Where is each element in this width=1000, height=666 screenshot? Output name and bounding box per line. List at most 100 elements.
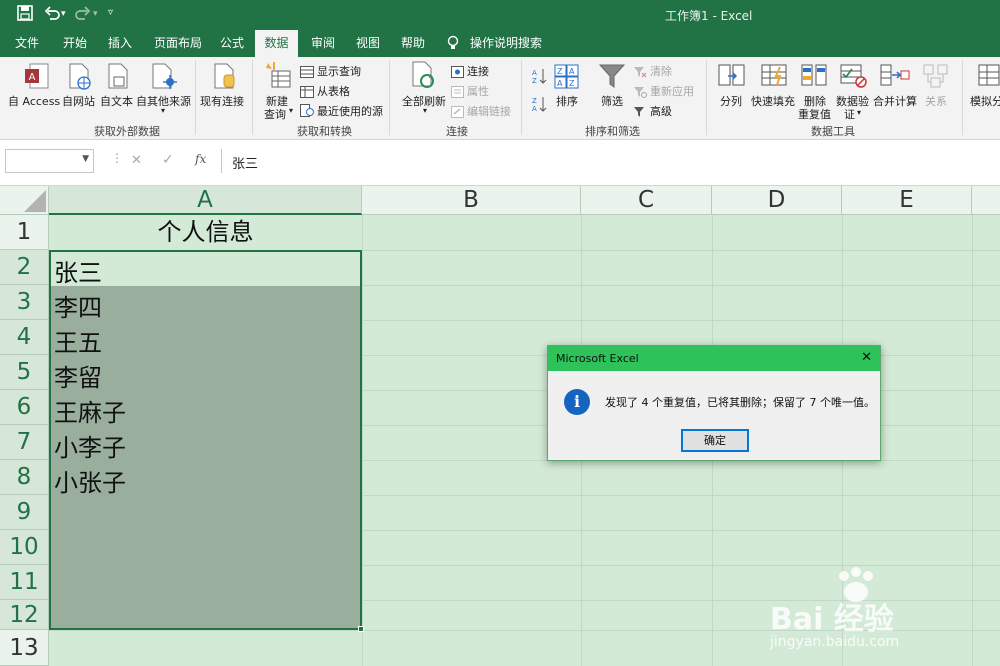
- row-header-12[interactable]: 12: [0, 600, 49, 630]
- insert-function-icon[interactable]: fx: [195, 152, 206, 166]
- from-text-button[interactable]: 自文本: [100, 93, 133, 109]
- formula-bar-grip-icon[interactable]: ⋮: [111, 151, 123, 165]
- refresh-all-icon: [410, 61, 438, 95]
- new-query-label-2[interactable]: 查询: [264, 106, 286, 122]
- column-header-c[interactable]: C: [581, 186, 712, 215]
- clear-button[interactable]: 清除: [650, 63, 672, 79]
- info-icon: i: [564, 389, 590, 415]
- column-header-e[interactable]: E: [842, 186, 972, 215]
- formula-input[interactable]: 张三: [221, 149, 1000, 173]
- dialog-close-icon[interactable]: ✕: [861, 350, 872, 365]
- row-header-13[interactable]: 13: [0, 630, 49, 666]
- ribbon-tabs: 文件 开始 插入 页面布局 公式 数据 审阅 视图 帮助 操作说明搜索: [0, 30, 1000, 57]
- name-box-dropdown-icon[interactable]: ▼: [82, 154, 89, 164]
- row-header-7[interactable]: 7: [0, 425, 49, 460]
- consolidate-icon: [880, 63, 910, 93]
- connections-button[interactable]: 连接: [467, 63, 489, 79]
- from-table-button[interactable]: 从表格: [317, 83, 350, 99]
- column-header-f[interactable]: [972, 186, 1000, 215]
- redo-dropdown-icon[interactable]: ▾: [93, 9, 98, 19]
- ok-button[interactable]: 确定: [681, 429, 749, 452]
- row-header-2[interactable]: 2: [0, 250, 49, 285]
- row-header-3[interactable]: 3: [0, 285, 49, 320]
- info-icon-glyph: i: [573, 392, 581, 411]
- existing-connections-button[interactable]: 现有连接: [200, 93, 244, 109]
- from-access-button[interactable]: 自 Access: [8, 93, 60, 109]
- cell-a4[interactable]: 王五: [54, 323, 102, 358]
- svg-text:Z: Z: [569, 79, 575, 88]
- ribbon-separator: [962, 60, 963, 135]
- svg-text:A: A: [532, 105, 537, 113]
- row-header-10[interactable]: 10: [0, 530, 49, 565]
- cancel-icon[interactable]: ✕: [131, 153, 142, 168]
- text-to-columns-button[interactable]: 分列: [720, 93, 742, 109]
- customize-icon[interactable]: ▿: [108, 7, 113, 18]
- tell-me-search[interactable]: 操作说明搜索: [470, 30, 542, 57]
- group-label-data-tools: 数据工具: [811, 125, 855, 138]
- reapply-button[interactable]: 重新应用: [650, 83, 694, 99]
- fill-handle[interactable]: [358, 626, 364, 632]
- recent-sources-button[interactable]: 最近使用的源: [317, 103, 383, 119]
- row-header-6[interactable]: 6: [0, 390, 49, 425]
- other-sources-dropdown-icon[interactable]: ▾: [161, 106, 165, 115]
- refresh-all-dropdown-icon[interactable]: ▾: [423, 106, 427, 115]
- tab-view[interactable]: 视图: [356, 30, 380, 57]
- relationships-button[interactable]: 关系: [925, 93, 947, 109]
- row-header-5[interactable]: 5: [0, 355, 49, 390]
- properties-button[interactable]: 属性: [467, 83, 489, 99]
- consolidate-button[interactable]: 合并计算: [873, 93, 917, 109]
- ribbon-separator: [389, 60, 390, 135]
- tab-home[interactable]: 开始: [63, 30, 87, 57]
- row-header-4[interactable]: 4: [0, 320, 49, 355]
- advanced-button[interactable]: 高级: [650, 103, 672, 119]
- undo-icon[interactable]: [44, 5, 60, 25]
- gridline: [362, 215, 363, 666]
- row-header-9[interactable]: 9: [0, 495, 49, 530]
- svg-text:Z: Z: [532, 97, 537, 105]
- save-icon[interactable]: [17, 5, 33, 25]
- cell-a1[interactable]: 个人信息: [49, 215, 362, 250]
- cell-a2[interactable]: 张三: [54, 253, 102, 288]
- column-header-d[interactable]: D: [712, 186, 842, 215]
- cell-a7[interactable]: 小李子: [54, 428, 126, 463]
- ribbon-separator: [252, 60, 253, 135]
- dialog-title-bar[interactable]: Microsoft Excel ✕: [548, 346, 880, 371]
- row-header-11[interactable]: 11: [0, 565, 49, 600]
- sort-za-icon[interactable]: ZA: [531, 95, 547, 117]
- filter-button[interactable]: 筛选: [601, 93, 623, 109]
- show-queries-button[interactable]: 显示查询: [317, 63, 361, 79]
- tab-file[interactable]: 文件: [15, 30, 39, 57]
- redo-icon[interactable]: [75, 5, 91, 25]
- cell-a3[interactable]: 李四: [54, 288, 102, 323]
- row-header-1[interactable]: 1: [0, 215, 49, 250]
- new-query-dropdown-icon[interactable]: ▾: [289, 106, 293, 115]
- remove-duplicates-label-2[interactable]: 重复值: [798, 106, 831, 122]
- tab-insert[interactable]: 插入: [108, 30, 132, 57]
- from-web-button[interactable]: 自网站: [62, 93, 95, 109]
- tab-help[interactable]: 帮助: [401, 30, 425, 57]
- sort-az-icon[interactable]: AZ: [531, 67, 547, 89]
- data-validation-label-2[interactable]: 证: [844, 106, 855, 122]
- cell-a5[interactable]: 李留: [54, 358, 102, 393]
- tab-formulas[interactable]: 公式: [220, 30, 244, 57]
- tab-review[interactable]: 审阅: [311, 30, 335, 57]
- tab-data[interactable]: 数据: [255, 30, 298, 57]
- remove-duplicates-icon: [801, 63, 829, 93]
- column-header-a[interactable]: A: [49, 186, 362, 215]
- cell-a8[interactable]: 小张子: [54, 463, 126, 498]
- name-box[interactable]: ▼: [5, 149, 94, 173]
- cell-a6[interactable]: 王麻子: [54, 393, 126, 428]
- sort-button[interactable]: 排序: [556, 93, 578, 109]
- tab-page-layout[interactable]: 页面布局: [154, 30, 202, 57]
- flash-fill-button[interactable]: 快速填充: [751, 93, 795, 109]
- column-header-b[interactable]: B: [362, 186, 581, 215]
- undo-dropdown-icon[interactable]: ▾: [61, 9, 66, 19]
- enter-icon[interactable]: ✓: [162, 152, 174, 168]
- what-if-analysis-button[interactable]: 模拟分: [970, 93, 1000, 109]
- data-validation-dropdown-icon[interactable]: ▾: [857, 108, 861, 117]
- message-dialog[interactable]: Microsoft Excel ✕ i 发现了 4 个重复值，已将其删除；保留了…: [547, 345, 881, 461]
- row-header-8[interactable]: 8: [0, 460, 49, 495]
- show-queries-icon: [300, 63, 314, 82]
- edit-links-button[interactable]: 编辑链接: [467, 103, 511, 119]
- select-all-corner[interactable]: [0, 186, 49, 215]
